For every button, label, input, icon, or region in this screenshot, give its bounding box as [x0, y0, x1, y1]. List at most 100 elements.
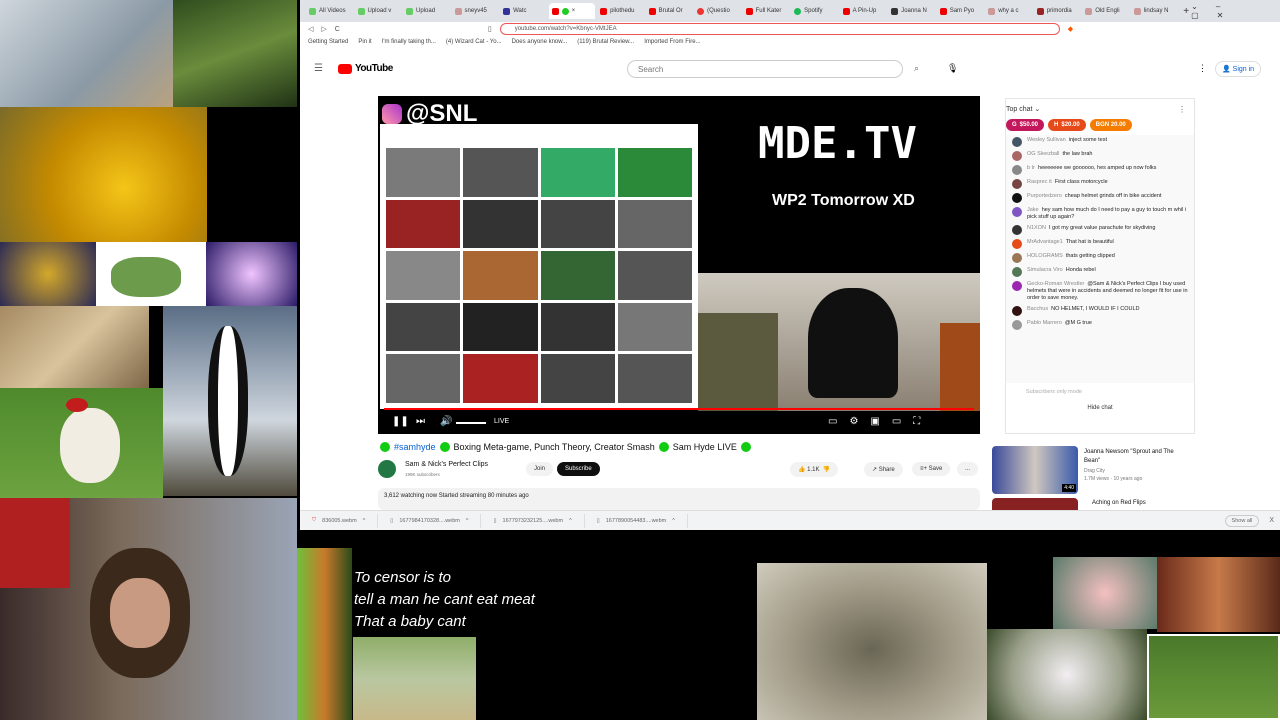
volume-icon[interactable]: 🔊: [440, 416, 452, 427]
recommended-video[interactable]: Aching on Red Flips: [992, 498, 1252, 510]
hide-chat-button[interactable]: Hide chat: [1006, 401, 1194, 415]
user-avatar[interactable]: [1012, 320, 1022, 330]
chat-header[interactable]: Top chat ⌄: [1006, 99, 1194, 113]
browser-tab[interactable]: lindsay N: [1131, 3, 1178, 19]
user-avatar[interactable]: [1012, 165, 1022, 175]
browser-tab[interactable]: Upload: [403, 3, 450, 19]
channel-name[interactable]: Sam & Nick's Perfect Clips: [405, 461, 488, 468]
browser-tab[interactable]: Sam Pyo: [937, 3, 984, 19]
new-tab-icon[interactable]: +: [1183, 6, 1189, 17]
next-icon[interactable]: ⏭: [416, 416, 425, 427]
more-actions-button[interactable]: ...: [957, 462, 979, 476]
url-field[interactable]: youtube.com/watch?v=Kbnyc-VMtJEA: [499, 23, 1060, 35]
more-options-icon[interactable]: ⋮: [1198, 63, 1207, 74]
user-avatar[interactable]: [1012, 239, 1022, 249]
bookmark-item[interactable]: Pin it: [358, 39, 371, 45]
browser-tab[interactable]: Watc: [500, 3, 547, 19]
chat-username[interactable]: MrAdvantage1: [1027, 239, 1063, 245]
chat-username[interactable]: Pablo Marrero: [1027, 320, 1062, 326]
youtube-logo[interactable]: YouTube: [338, 63, 393, 74]
donation-ticker[interactable]: G $50.00: [1006, 119, 1045, 131]
pause-icon[interactable]: ❚❚: [392, 416, 409, 427]
close-tab-icon[interactable]: ×: [572, 8, 576, 14]
download-item[interactable]: ▯ 1677890054483....webm ^: [585, 513, 688, 528]
chat-username[interactable]: N1XON: [1027, 225, 1046, 231]
chat-username[interactable]: OG Sleezball: [1027, 151, 1059, 157]
show-all-button[interactable]: Show all: [1224, 514, 1260, 527]
chat-username[interactable]: Jake: [1027, 207, 1039, 213]
user-avatar[interactable]: [1012, 267, 1022, 277]
bookmark-icon[interactable]: ▯: [488, 25, 492, 33]
bookmark-folder[interactable]: Imported From Fire...: [644, 39, 700, 45]
browser-tab-active[interactable]: ×: [548, 3, 596, 19]
user-avatar[interactable]: [1012, 225, 1022, 235]
user-avatar[interactable]: [1012, 137, 1022, 147]
browser-tab[interactable]: A Pin-Up: [840, 3, 887, 19]
browser-tab[interactable]: Full Kater: [743, 3, 790, 19]
download-item[interactable]: ▯ 1677984170328....webm ^: [378, 513, 482, 528]
search-icon[interactable]: ⌕: [914, 63, 919, 74]
subscribe-button[interactable]: Subscribe: [557, 462, 600, 476]
video-player[interactable]: @SNL MDE.TV WP2 Tomorrow XD ❚❚ ⏭ 🔊 LIVE …: [378, 96, 980, 434]
search-input[interactable]: Search: [627, 60, 903, 78]
close-downloads-button[interactable]: X: [1269, 517, 1274, 524]
browser-tab[interactable]: (Questio: [694, 3, 741, 19]
live-badge[interactable]: LIVE: [494, 418, 509, 425]
bookmark-item[interactable]: (4) Wizard Cat - Yo...: [446, 39, 502, 45]
user-avatar[interactable]: [1012, 253, 1022, 263]
reload-icon[interactable]: C: [335, 26, 340, 33]
donation-ticker[interactable]: H $20.00: [1048, 119, 1086, 131]
chat-username[interactable]: Gecko-Roman Wrestler: [1027, 281, 1084, 287]
recommended-video[interactable]: 4:40 Joanna Newsom "Sprout and The Bean"…: [992, 446, 1252, 494]
user-avatar[interactable]: [1012, 151, 1022, 161]
bookmark-item[interactable]: Getting Started: [308, 39, 348, 45]
share-button[interactable]: ↗ Share: [864, 462, 903, 477]
donation-ticker[interactable]: BGN 20.00: [1089, 119, 1132, 131]
chat-username[interactable]: HOLOGRAMS: [1027, 253, 1063, 259]
browser-tab[interactable]: primordia: [1034, 3, 1081, 19]
menu-icon[interactable]: ☰: [314, 63, 323, 74]
window-controls[interactable]: ⌄–▢✕: [1191, 2, 1270, 20]
bookmark-item[interactable]: (119) Brutal Review...: [577, 39, 634, 45]
browser-tab[interactable]: Upload v: [355, 3, 402, 19]
user-avatar[interactable]: [1012, 207, 1022, 217]
channel-avatar[interactable]: [378, 460, 396, 478]
forward-icon[interactable]: ▷: [321, 25, 326, 33]
user-avatar[interactable]: [1012, 179, 1022, 189]
progress-bar[interactable]: [384, 408, 974, 410]
join-button[interactable]: Join: [526, 462, 554, 476]
chat-username[interactable]: Bacchus: [1027, 306, 1048, 312]
browser-tab[interactable]: sneyv45: [452, 3, 499, 19]
chat-username[interactable]: b tr: [1027, 165, 1035, 171]
like-button[interactable]: 👍 1.1K 👎: [790, 462, 839, 477]
download-item[interactable]: ▯ 1677973232125....webm ^: [481, 513, 585, 528]
user-avatar[interactable]: [1012, 306, 1022, 316]
hashtag-link[interactable]: #samhyde: [394, 442, 436, 452]
player-controls-icons[interactable]: ▭⚙▣▭⛶: [828, 416, 932, 427]
save-button[interactable]: ≡+ Save: [912, 462, 951, 476]
chat-username[interactable]: Rasprec it: [1027, 179, 1052, 185]
user-avatar[interactable]: [1012, 281, 1022, 291]
sign-in-button[interactable]: 👤 Sign in: [1215, 61, 1262, 77]
browser-tab[interactable]: Joanna N: [888, 3, 935, 19]
back-icon[interactable]: ◁: [308, 25, 313, 33]
download-item[interactable]: ⛉ 836005.webm ^: [300, 513, 379, 528]
volume-slider[interactable]: [456, 422, 486, 424]
brave-shield-icon[interactable]: ◆: [1068, 25, 1073, 33]
browser-tab[interactable]: All Videos: [306, 3, 353, 19]
bookmark-item[interactable]: Does anyone know...: [512, 39, 568, 45]
user-avatar[interactable]: [1012, 193, 1022, 203]
chat-username[interactable]: Wesley Sullivan: [1027, 137, 1066, 143]
browser-tab[interactable]: why a c: [985, 3, 1032, 19]
browser-tab[interactable]: Old Engli: [1082, 3, 1129, 19]
bookmark-item[interactable]: I'm finally taking th...: [382, 39, 436, 45]
chat-username[interactable]: Purportedzero: [1027, 193, 1062, 199]
chat-username[interactable]: Simulacra Viro: [1027, 267, 1063, 273]
message-body: Bacchus NO HELMET, I WOULD IF I COULD: [1027, 306, 1140, 313]
chat-more-icon[interactable]: ⋮: [1178, 105, 1186, 114]
microphone-icon[interactable]: 🎙: [947, 63, 958, 74]
description-box[interactable]: 3,612 watching now Started streaming 80 …: [378, 488, 980, 510]
browser-tab[interactable]: pilothedu: [597, 3, 644, 19]
browser-tab[interactable]: Spotify: [791, 3, 838, 19]
browser-tab[interactable]: Brutal Or: [646, 3, 693, 19]
